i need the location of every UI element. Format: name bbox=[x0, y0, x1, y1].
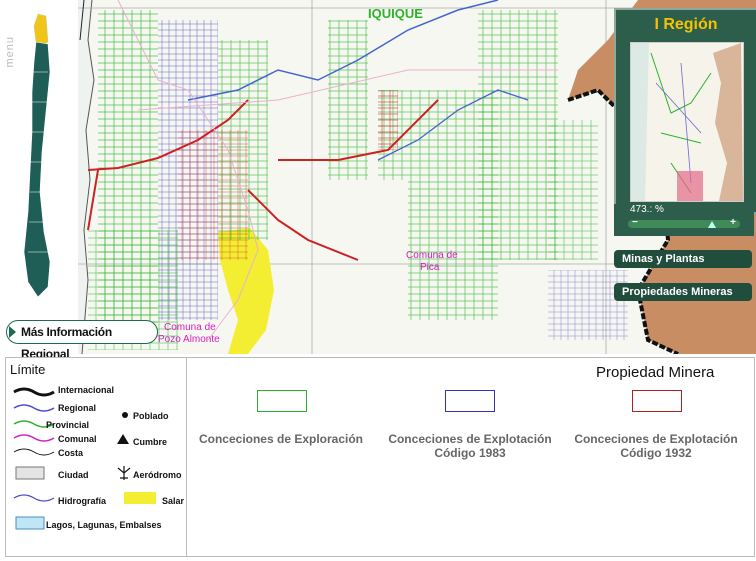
map-label-pica-1: Comuna de bbox=[406, 250, 458, 261]
legend-salar: Salar bbox=[162, 496, 185, 506]
minas-plantas-button[interactable]: Minas y Plantas bbox=[614, 250, 752, 268]
legend-costa: Costa bbox=[58, 448, 84, 458]
legend-cumbre: Cumbre bbox=[133, 437, 168, 447]
chile-silhouette[interactable] bbox=[20, 12, 60, 302]
more-info-button[interactable]: Más Información Regional bbox=[6, 320, 158, 361]
zoom-in-icon[interactable]: + bbox=[730, 217, 736, 229]
region-title: I Región bbox=[654, 16, 718, 33]
zoom-value: 473.: % bbox=[630, 204, 664, 215]
map-label-iquique: IQUIQUE bbox=[368, 6, 423, 21]
legend-ciudad: Ciudad bbox=[58, 470, 89, 480]
legend-title: Límite bbox=[10, 362, 46, 377]
map-label-pica-2: Pica bbox=[420, 262, 440, 273]
property-legend-title: Propiedad Minera bbox=[596, 364, 715, 381]
menu-tab[interactable]: menu bbox=[4, 36, 16, 68]
zoom-out-icon[interactable]: − bbox=[632, 217, 638, 229]
explotacion-1932-label: Conceciones de Explotación Código 1932 bbox=[574, 432, 738, 460]
zoom-slider[interactable]: − + bbox=[628, 217, 740, 229]
explotacion-1983-label: Conceciones de Explotación Código 1983 bbox=[388, 432, 552, 460]
legend-lagos: Lagos, Lagunas, Embalses bbox=[46, 520, 162, 530]
region-thumbnail[interactable] bbox=[630, 42, 744, 202]
map-legend: Límite Internacional Regional Provincial… bbox=[5, 357, 755, 557]
propiedades-mineras-button[interactable]: Propiedades Mineras bbox=[614, 283, 752, 301]
legend-internacional: Internacional bbox=[58, 385, 115, 395]
legend-aerodromo: Aeródromo bbox=[133, 470, 182, 480]
map-label-pozo-2: Pozo Almonte bbox=[158, 334, 220, 345]
legend-poblado: Poblado bbox=[133, 411, 169, 421]
legend-regional: Regional bbox=[58, 403, 97, 413]
region-panel: I Región bbox=[614, 8, 756, 214]
legend-comunal: Comunal bbox=[58, 434, 97, 444]
legend-hidrografia: Hidrografía bbox=[58, 496, 107, 506]
zoom-control: 473.: % − + bbox=[614, 204, 754, 236]
explotacion-1932-swatch bbox=[632, 390, 682, 412]
boundary-legend: Límite Internacional Regional Provincial… bbox=[6, 358, 187, 556]
chile-overview-panel: menu bbox=[0, 0, 79, 304]
arrow-right-icon bbox=[9, 326, 16, 338]
map-label-pozo-1: Comuna de bbox=[164, 322, 216, 333]
exploracion-swatch bbox=[257, 390, 307, 412]
exploracion-label: Conceciones de Exploración bbox=[198, 432, 364, 446]
zoom-handle[interactable] bbox=[708, 221, 716, 228]
explotacion-1983-swatch bbox=[445, 390, 495, 412]
legend-provincial: Provincial bbox=[46, 420, 90, 430]
